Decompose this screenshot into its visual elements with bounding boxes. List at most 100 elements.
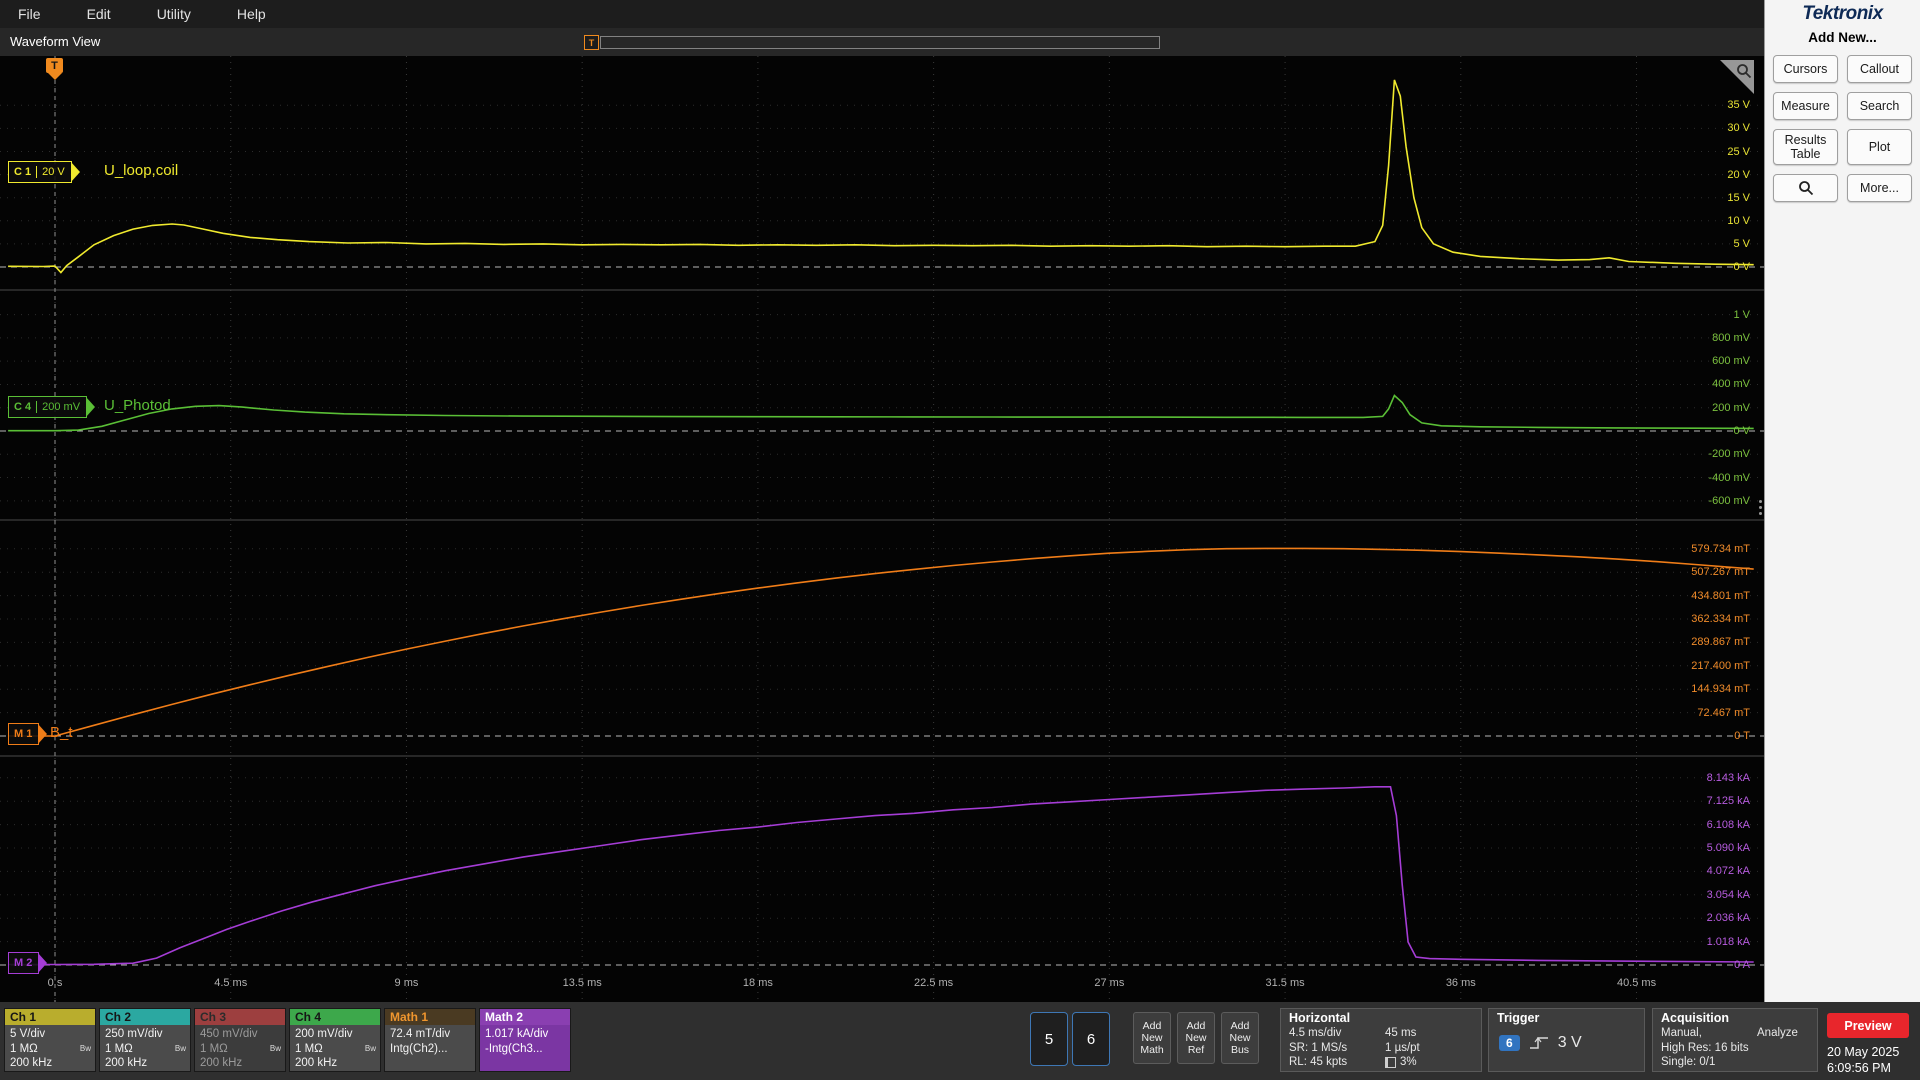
- settings-bar: Ch 15 V/div 1 MΩ Bw 200 kHz Ch 2 250 mV/div 1 …: [0, 1002, 1920, 1080]
- channel-setting-row: 1 MΩ Bw: [295, 1042, 376, 1057]
- waveform-display[interactable]: T 0 s 4.5 ms 9 ms 13.5 ms 18 ms 22.5 ms 27 ms 3…: [0, 56, 1764, 1002]
- x-axis-label: 0 s: [47, 977, 63, 989]
- channel-setting-row: 5 V/div: [10, 1027, 91, 1042]
- label-line: Bus: [1230, 1044, 1250, 1056]
- channel-tag-c1[interactable]: C 1 20 V: [8, 161, 80, 183]
- menu-item-utility[interactable]: Utility: [157, 6, 191, 22]
- channel-tag-label: C 4: [14, 401, 32, 413]
- preview-button[interactable]: Preview: [1827, 1013, 1909, 1038]
- channel-setting-text: 200 kHz: [200, 1057, 243, 1069]
- label-line: New: [1141, 1032, 1163, 1044]
- horizontal-panel[interactable]: Horizontal 4.5 ms/div 45 ms SR: 1 MS/s 1…: [1280, 1008, 1482, 1072]
- channel-tag-m1[interactable]: M 1: [8, 723, 48, 745]
- sample-interval: 1 µs/pt: [1385, 1041, 1420, 1054]
- channel-badge-ch-1[interactable]: Ch 1 5 V/div 1 MΩ Bw 200 kHz: [4, 1008, 96, 1072]
- zoom-button[interactable]: [1773, 174, 1838, 202]
- channel-vertical-scale: 200 mV: [36, 401, 80, 413]
- add-new-bus-button[interactable]: Add New Bus: [1221, 1012, 1259, 1064]
- acquisition-panel-title: Acquisition: [1661, 1011, 1730, 1025]
- menu-item-edit[interactable]: Edit: [87, 6, 111, 22]
- bandwidth-indicator: Bw: [79, 1043, 91, 1053]
- y-axis-label: 5 V: [1733, 237, 1750, 250]
- channel-setting-row: 450 mV/div: [200, 1027, 281, 1042]
- channel-settings: 5 V/div 1 MΩ Bw 200 kHz: [5, 1025, 95, 1071]
- plot-button[interactable]: Plot: [1847, 129, 1912, 165]
- label-line: Add: [1186, 1020, 1206, 1032]
- channel-6-button[interactable]: 6: [1072, 1012, 1110, 1066]
- channel-5-button[interactable]: 5: [1030, 1012, 1068, 1066]
- add-new-math-button[interactable]: Add New Math: [1133, 1012, 1171, 1064]
- y-axis-label: 35 V: [1727, 99, 1750, 112]
- horizontal-window: 45 ms: [1385, 1027, 1417, 1039]
- label-line: Math: [1140, 1044, 1164, 1056]
- channel-setting-row: 200 kHz: [200, 1056, 281, 1071]
- trigger-panel[interactable]: Trigger 6 3 V: [1488, 1008, 1645, 1072]
- channel-badge-ch-3[interactable]: Ch 3 450 mV/div 1 MΩ Bw 200 kHz: [194, 1008, 286, 1072]
- x-axis-label: 22.5 ms: [914, 977, 954, 989]
- channel-setting-text: -Intg(Ch3...: [485, 1042, 543, 1055]
- record-percent: 3%: [1400, 1056, 1417, 1068]
- x-axis-label: 13.5 ms: [562, 977, 602, 989]
- acquisition-single: Single: 0/1: [1661, 1056, 1716, 1068]
- y-axis-label: 217.400 mT: [1691, 659, 1750, 672]
- date-label: 20 May 2025: [1827, 1045, 1900, 1059]
- trace-label-c1: U_loop,coil: [104, 162, 179, 179]
- channel-name: Math 1: [385, 1009, 475, 1025]
- trace-c4[interactable]: [8, 394, 1754, 432]
- acquisition-panel[interactable]: Acquisition Manual, Analyze High Res: 16…: [1652, 1008, 1818, 1072]
- more-button[interactable]: More...: [1847, 174, 1912, 202]
- acquisition-resolution: High Res: 16 bits: [1661, 1041, 1749, 1054]
- channel-setting-text: 200 kHz: [10, 1057, 53, 1069]
- cursors-button[interactable]: Cursors: [1773, 55, 1838, 83]
- label-line: Add: [1230, 1020, 1250, 1032]
- trigger-flag-icon[interactable]: T: [46, 58, 63, 73]
- trigger-source-badge[interactable]: 6: [1499, 1035, 1520, 1051]
- search-button[interactable]: Search: [1847, 92, 1912, 120]
- results-table-button[interactable]: Results Table: [1773, 129, 1838, 165]
- channel-badge-ch-2[interactable]: Ch 2 250 mV/div 1 MΩ Bw 200 kHz: [99, 1008, 191, 1072]
- record-view-icon: [1385, 1056, 1396, 1068]
- measure-button[interactable]: Measure: [1773, 92, 1838, 120]
- add-new-sidebar: Tektronix Add New... Cursors Callout Measu…: [1764, 0, 1920, 1002]
- label-line: Ref: [1187, 1044, 1205, 1056]
- y-axis-label: 8.143 kA: [1706, 771, 1750, 784]
- channel-settings: 200 mV/div 1 MΩ Bw 200 kHz: [290, 1025, 380, 1071]
- menu-item-help[interactable]: Help: [237, 6, 266, 22]
- channel-tag-c4[interactable]: C 4 200 mV: [8, 396, 96, 418]
- y-axis-label: 7.125 kA: [1706, 795, 1750, 808]
- trace-label-m1: B_t: [50, 724, 73, 741]
- y-axis-label: 289.867 mT: [1691, 636, 1750, 649]
- trace-m2[interactable]: [8, 785, 1754, 966]
- horizontal-overview-bar[interactable]: T: [584, 35, 1160, 50]
- channel-badge-ch-4[interactable]: Ch 4 200 mV/div 1 MΩ Bw 200 kHz: [289, 1008, 381, 1072]
- tag-arrow: [70, 162, 80, 182]
- y-axis-label: 10 V: [1727, 214, 1750, 227]
- channel-settings: 72.4 mT/div Intg(Ch2)...: [385, 1025, 475, 1071]
- x-axis-label: 27 ms: [1094, 977, 1125, 989]
- channel-setting-row: 200 kHz: [10, 1056, 91, 1071]
- magnifier-icon: [1798, 181, 1813, 196]
- y-axis-label: 1 V: [1733, 308, 1750, 321]
- acquisition-analyze: Analyze: [1757, 1027, 1798, 1039]
- panel-drag-handle[interactable]: [1759, 500, 1762, 515]
- y-axis-label: 4.072 kA: [1706, 865, 1750, 878]
- channel-badge-math-2[interactable]: Math 2 1.017 kA/div -Intg(Ch3...: [479, 1008, 571, 1072]
- record-length: RL: 45 kpts: [1289, 1056, 1348, 1068]
- label-line: New: [1229, 1032, 1251, 1044]
- channel-setting-text: 72.4 mT/div: [390, 1028, 451, 1040]
- y-axis-label: 72.467 mT: [1697, 706, 1750, 719]
- minimap-trigger-marker: T: [584, 35, 599, 50]
- waveform-view-titlebar: Waveform View T: [0, 28, 1764, 56]
- channel-badge-math-1[interactable]: Math 1 72.4 mT/div Intg(Ch2)...: [384, 1008, 476, 1072]
- tag-arrow: [86, 397, 96, 417]
- add-new-ref-button[interactable]: Add New Ref: [1177, 1012, 1215, 1064]
- y-axis-label: 600 mV: [1712, 355, 1750, 368]
- callout-button[interactable]: Callout: [1847, 55, 1912, 83]
- horizontal-scale: 4.5 ms/div: [1289, 1027, 1342, 1039]
- menu-item-file[interactable]: File: [18, 6, 41, 22]
- x-axis-label: 31.5 ms: [1265, 977, 1305, 989]
- channel-setting-row: 250 mV/div: [105, 1027, 186, 1042]
- channel-setting-text: 1 MΩ: [105, 1042, 133, 1055]
- channel-tag-m2[interactable]: M 2: [8, 952, 48, 974]
- y-axis-label: 0 T: [1734, 730, 1750, 742]
